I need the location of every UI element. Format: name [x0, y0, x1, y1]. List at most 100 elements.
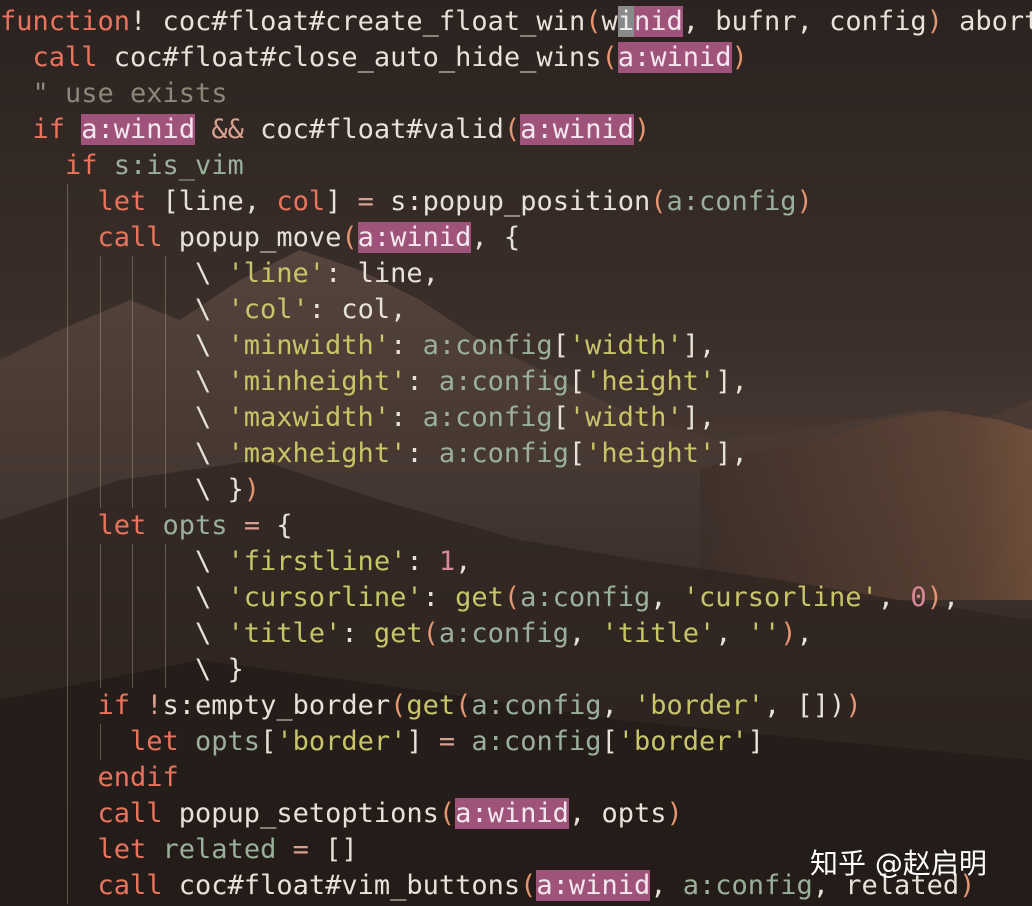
code-line[interactable]: \ 'col': col, — [195, 292, 406, 328]
code-token: , — [877, 582, 911, 613]
indent-guide — [164, 652, 166, 688]
code-token: = — [438, 726, 456, 757]
indent-guide — [132, 580, 133, 616]
code-token: ], — [715, 366, 748, 397]
code-token: a:config — [471, 726, 602, 757]
code-line[interactable]: let opts['border'] = a:config['border'] — [130, 724, 764, 760]
code-line[interactable]: \ 'minwidth': a:config['width'], — [195, 328, 715, 364]
indent-guide — [67, 616, 68, 652]
indent-guide — [99, 544, 101, 580]
code-token: = — [357, 186, 374, 217]
code-token: [] — [308, 834, 358, 865]
code-token: ], — [682, 330, 716, 361]
indent-guide — [132, 328, 133, 364]
code-line[interactable]: call coc#float#close_auto_hide_wins(a:wi… — [33, 40, 748, 76]
code-token: popup_move — [162, 222, 342, 253]
search-highlight: nid — [634, 6, 683, 37]
code-token: \ — [195, 618, 228, 649]
indent-guide — [67, 652, 68, 688]
code-token: , — [942, 582, 960, 613]
code-token: , []) — [764, 690, 846, 721]
code-token: a:config — [438, 366, 569, 397]
code-token: ( — [455, 690, 472, 721]
code-token: if — [97, 690, 131, 721]
code-token: abort — [942, 6, 1032, 37]
code-token: [line, — [146, 186, 277, 217]
code-token: = — [243, 510, 261, 541]
code-token: ( — [390, 690, 407, 721]
code-token: : — [422, 582, 456, 613]
indent-guide — [99, 616, 101, 652]
code-line[interactable]: let [line, col] = s:popup_position(a:con… — [98, 184, 813, 220]
code-token: ( — [341, 222, 358, 253]
code-line[interactable]: endif — [98, 760, 179, 796]
code-token: 'title' — [227, 618, 342, 649]
code-line[interactable]: \ 'cursorline': get(a:config, 'cursorlin… — [195, 580, 959, 616]
code-token: [ — [568, 438, 586, 469]
code-token: 'maxwidth' — [227, 402, 391, 433]
code-token: 'border' — [276, 726, 407, 757]
code-token: , — [715, 618, 748, 649]
code-token: endif — [97, 762, 179, 793]
code-token: 'height' — [585, 366, 716, 397]
code-line[interactable]: \ } — [195, 652, 244, 688]
code-token: if — [65, 150, 98, 181]
code-token: coc#float#valid — [260, 114, 504, 145]
code-token: call — [97, 870, 163, 901]
code-line[interactable]: " use exists — [33, 76, 228, 112]
code-line[interactable]: \ 'firstline': 1, — [195, 544, 471, 580]
indent-guide — [67, 580, 68, 616]
code-line[interactable]: \ }) — [195, 472, 260, 508]
code-token: \ — [195, 366, 228, 397]
indent-guide — [164, 616, 166, 652]
code-line[interactable]: call popup_move(a:winid, { — [98, 220, 520, 256]
code-token: " use exists — [32, 78, 228, 109]
code-token: ( — [585, 6, 602, 37]
indent-guide — [99, 472, 101, 508]
code-token: a:config — [422, 402, 553, 433]
code-line[interactable]: \ 'minheight': a:config['height'], — [195, 364, 748, 400]
cursor: i — [617, 6, 634, 37]
code-line[interactable]: if s:is_vim — [65, 148, 244, 184]
code-token: ( — [601, 42, 618, 73]
code-token: ) — [634, 114, 651, 145]
code-token: [ — [552, 330, 569, 361]
code-token: ], — [682, 402, 716, 433]
indent-guide — [132, 544, 133, 580]
code-line[interactable]: call popup_setoptions(a:winid, opts) — [98, 796, 683, 832]
code-line[interactable]: \ 'maxheight': a:config['height'], — [195, 436, 748, 472]
code-token: let — [97, 834, 147, 865]
code-token: if — [32, 114, 66, 145]
indent-guide — [67, 292, 68, 328]
code-line[interactable]: \ 'line': line, — [195, 256, 439, 292]
code-token: : — [341, 618, 374, 649]
code-token: = — [292, 834, 309, 865]
code-line[interactable]: \ 'maxwidth': a:config['width'], — [195, 400, 715, 436]
indent-guide — [67, 544, 68, 580]
indent-guide — [67, 328, 68, 364]
indent-guide — [164, 256, 166, 292]
code-editor[interactable]: function! coc#float#create_float_win(win… — [0, 0, 1032, 906]
code-token: , — [455, 546, 472, 577]
code-line[interactable]: let opts = { — [98, 508, 293, 544]
indent-guide — [164, 580, 166, 616]
indent-guide — [99, 364, 101, 400]
code-line[interactable]: if !s:empty_border(get(a:config, 'border… — [98, 688, 862, 724]
code-token: call — [32, 42, 98, 73]
code-token: a:config — [422, 330, 553, 361]
code-line[interactable]: let related = [] — [98, 832, 358, 868]
code-token: , — [650, 870, 683, 901]
code-line[interactable]: function! coc#float#create_float_win(win… — [0, 4, 1032, 40]
code-line[interactable]: \ 'title': get(a:config, 'title', ''), — [195, 616, 813, 652]
code-token: function — [0, 6, 131, 37]
code-token: a:config — [471, 690, 602, 721]
indent-guide — [67, 796, 68, 832]
code-token: : — [406, 366, 439, 397]
code-token: a:config — [682, 870, 813, 901]
code-token: opts — [178, 726, 261, 757]
code-line[interactable]: if a:winid && coc#float#valid(a:winid) — [32, 112, 651, 148]
code-token: ] — [325, 186, 358, 217]
code-token: ) — [926, 6, 943, 37]
indent-guide — [67, 832, 68, 868]
indent-guide — [132, 256, 133, 292]
